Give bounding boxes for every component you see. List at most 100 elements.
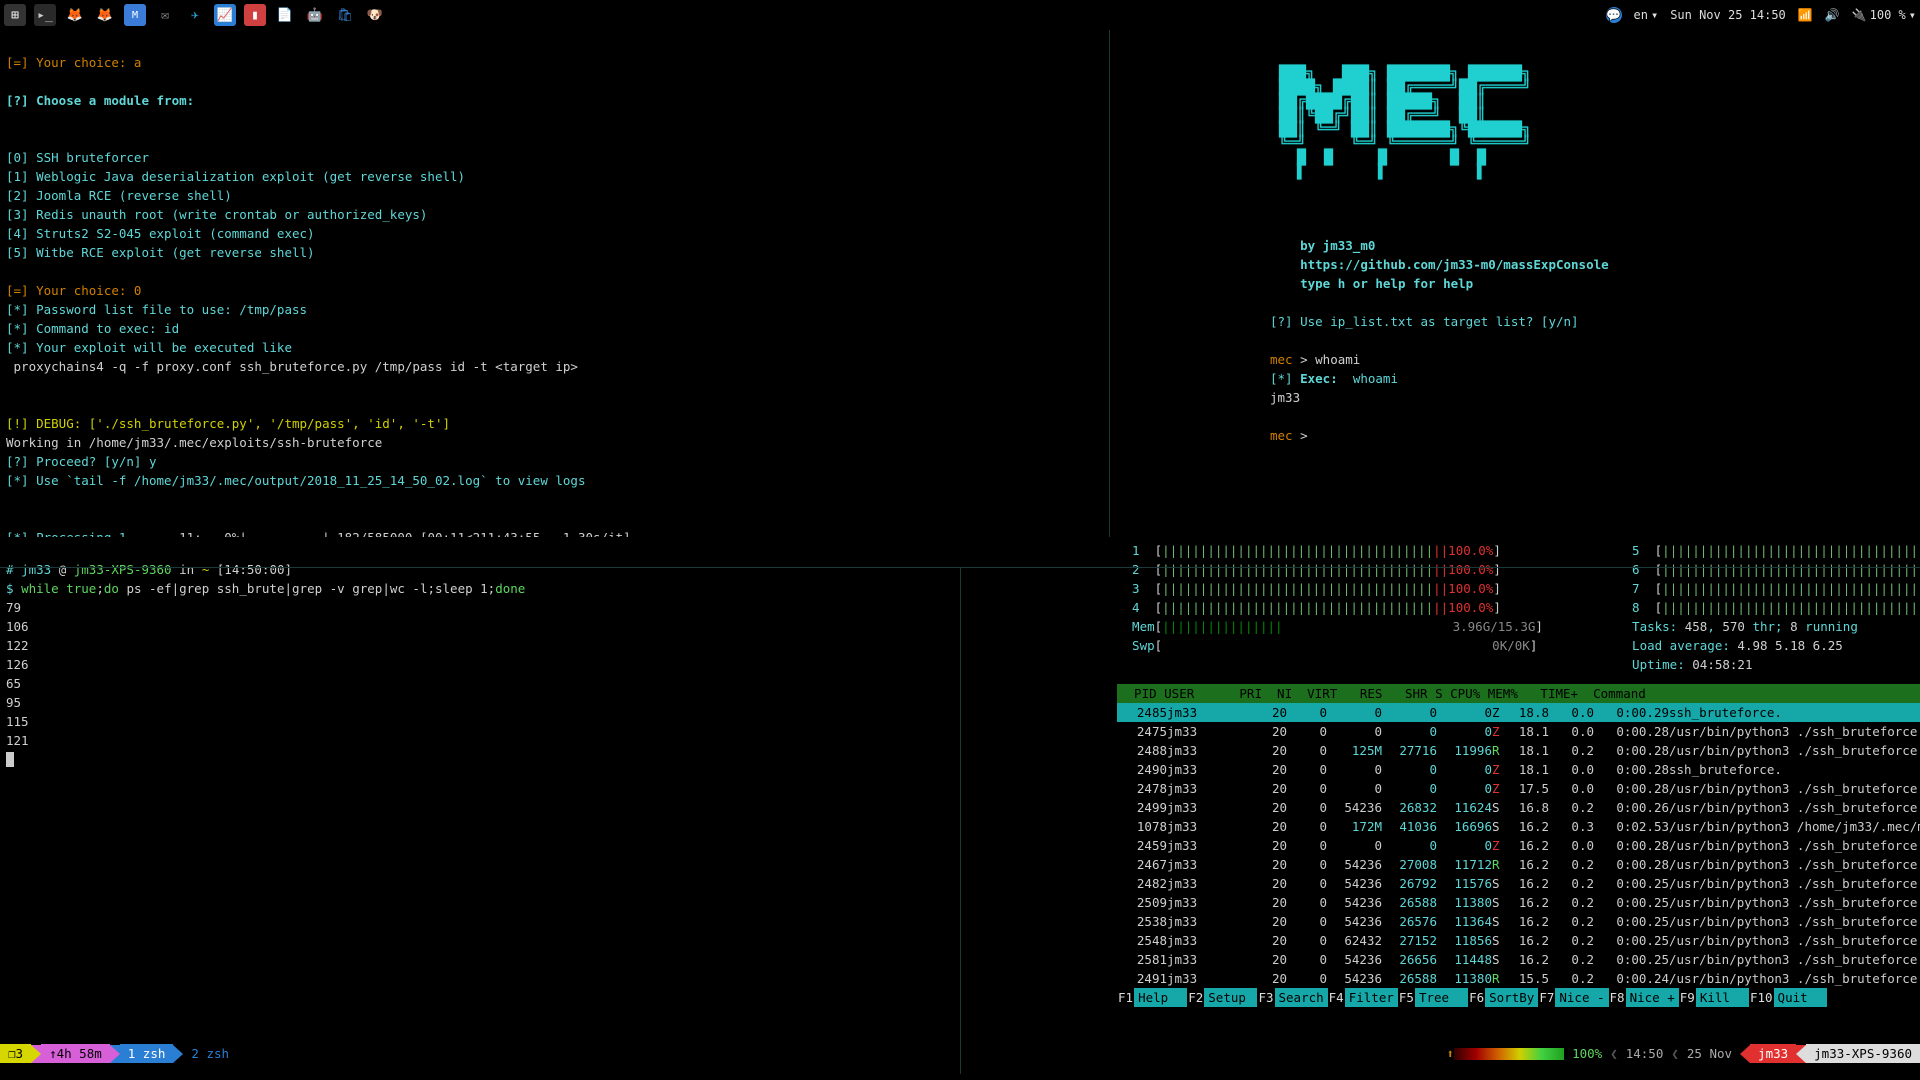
out-1: 106: [6, 619, 29, 634]
cursor: [6, 752, 14, 767]
load-gradient: [1454, 1048, 1564, 1060]
choice-0: [=] Your choice: 0: [6, 283, 141, 298]
module-5: [5] Witbe RCE exploit (get reverse shell…: [6, 245, 315, 260]
wifi-icon[interactable]: 📶: [1798, 8, 1813, 22]
out-2: 122: [6, 638, 29, 653]
fnlabel-Tree[interactable]: Tree: [1415, 988, 1468, 1007]
mec-prompt-1: mec > whoami: [1270, 352, 1360, 367]
htop-row[interactable]: 2548 jm33200624322715211856 S16.20.20:00…: [1117, 931, 1920, 950]
dock-apps: ⊞ ▸_ 🦊 🦊 M ✉ ✈ 📈 ▮ 📄 🤖 🛍 🐶: [4, 4, 1606, 26]
fnlabel-Nice -[interactable]: Nice -: [1555, 988, 1608, 1007]
htop-row[interactable]: 2467 jm33200542362700811712 R16.20.20:00…: [1117, 855, 1920, 874]
tmux-session[interactable]: ❐ 3: [0, 1044, 31, 1063]
tail-hint: [*] Use `tail -f /home/jm33/.mec/output/…: [6, 473, 585, 488]
fnkey-F8[interactable]: F8: [1609, 988, 1626, 1007]
terminal-icon[interactable]: ▸_: [34, 4, 56, 26]
zsh-prompt: # jm33 @ jm33-XPS-9360 in ~ [14:50:00]: [6, 562, 292, 577]
document-icon[interactable]: 📄: [274, 4, 296, 26]
fnkey-F6[interactable]: F6: [1468, 988, 1485, 1007]
help-hint: type h or help for help: [1300, 276, 1473, 291]
software-icon[interactable]: 🛍: [334, 4, 356, 26]
pane-vsplit-top[interactable]: [1109, 30, 1110, 537]
iplist-prompt: [?] Use ip_list.txt as target list? [y/n…: [1270, 314, 1579, 329]
htop-row[interactable]: 2499 jm33200542362683211624 S16.80.20:00…: [1117, 798, 1920, 817]
out-0: 79: [6, 600, 21, 615]
mec-ascii-logo: ███╗ ███╗ ███████╗ ██████╗ ████╗ ████║ █…: [1270, 53, 1920, 179]
fnlabel-Filter[interactable]: Filter: [1345, 988, 1398, 1007]
fnkey-F4[interactable]: F4: [1328, 988, 1345, 1007]
telegram-icon[interactable]: ✈: [184, 4, 206, 26]
out-3: 126: [6, 657, 29, 672]
monitor-icon[interactable]: 📈: [214, 4, 236, 26]
fnkey-F10[interactable]: F10: [1749, 988, 1774, 1007]
fnlabel-Search[interactable]: Search: [1275, 988, 1328, 1007]
battery-indicator[interactable]: 🔌 100 % ▾: [1852, 8, 1916, 22]
whoami-result: jm33: [1270, 390, 1300, 405]
gnome-topbar: ⊞ ▸_ 🦊 🦊 M ✉ ✈ 📈 ▮ 📄 🤖 🛍 🐶 💬 en ▾ Sun No…: [0, 0, 1920, 30]
mec-main-pane[interactable]: [=] Your choice: a [?] Choose a module f…: [0, 30, 1109, 537]
firefox-icon[interactable]: 🦊: [94, 4, 116, 26]
htop-row[interactable]: 2478 jm33200000 Z17.50.00:00.28 /usr/bin…: [1117, 779, 1920, 798]
fnlabel-Help[interactable]: Help: [1134, 988, 1187, 1007]
mec-banner-pane[interactable]: ███╗ ███╗ ███████╗ ██████╗ ████╗ ████║ █…: [1258, 30, 1920, 537]
tmux-window-1[interactable]: 1 zsh: [120, 1044, 174, 1063]
fnlabel-Quit[interactable]: Quit: [1774, 988, 1827, 1007]
fnlabel-SortBy[interactable]: SortBy: [1485, 988, 1538, 1007]
pane-hsplit[interactable]: [0, 567, 1920, 568]
mec-prompt-2[interactable]: mec >: [1270, 428, 1315, 443]
cmd-exec: [*] Command to exec: id: [6, 321, 179, 336]
gimp-icon[interactable]: 🐶: [364, 4, 386, 26]
fnkey-F3[interactable]: F3: [1257, 988, 1274, 1007]
fnlabel-Kill[interactable]: Kill: [1696, 988, 1749, 1007]
htop-row[interactable]: 1078 jm33200172M4103616696 S16.20.30:02.…: [1117, 817, 1920, 836]
htop-row[interactable]: 2491 jm33200542362658811380 R15.50.20:00…: [1117, 969, 1920, 988]
fnkey-F9[interactable]: F9: [1679, 988, 1696, 1007]
notes-icon[interactable]: ▮: [244, 4, 266, 26]
volume-icon[interactable]: 🔊: [1825, 8, 1840, 22]
htop-row[interactable]: 2475 jm33200000 Z18.10.00:00.28 /usr/bin…: [1117, 722, 1920, 741]
processing: [*] Processing 1: [6, 530, 126, 537]
working-dir: Working in /home/jm33/.mec/exploits/ssh-…: [6, 435, 382, 450]
clock[interactable]: Sun Nov 25 14:50: [1670, 8, 1786, 22]
debug-line: [!] DEBUG: ['./ssh_bruteforce.py', '/tmp…: [6, 416, 450, 431]
htop-row[interactable]: 2482 jm33200542362679211576 S16.20.20:00…: [1117, 874, 1920, 893]
htop-row[interactable]: 2581 jm33200542362665611448 S16.20.20:00…: [1117, 950, 1920, 969]
notification-icon[interactable]: 💬: [1606, 7, 1622, 23]
exec-like: [*] Your exploit will be executed like: [6, 340, 292, 355]
pane-vsplit-bot[interactable]: [960, 567, 961, 1074]
htop-row[interactable]: 2459 jm33200000 Z16.20.00:00.28 /usr/bin…: [1117, 836, 1920, 855]
tmux-time: 14:50: [1618, 1044, 1672, 1063]
tmux-host: jm33-XPS-9360: [1806, 1044, 1920, 1063]
htop-row[interactable]: 2490 jm33200000 Z18.10.00:00.28 ssh_brut…: [1117, 760, 1920, 779]
mail-icon[interactable]: ✉: [154, 4, 176, 26]
lang-indicator[interactable]: en ▾: [1634, 8, 1659, 22]
vm-icon[interactable]: M: [124, 4, 146, 26]
tmux-load: 100%: [1564, 1044, 1610, 1063]
fnkey-F7[interactable]: F7: [1538, 988, 1555, 1007]
htop-row[interactable]: 2509 jm33200542362658811380 S16.20.20:00…: [1117, 893, 1920, 912]
zsh-pane[interactable]: # jm33 @ jm33-XPS-9360 in ~ [14:50:00] $…: [0, 537, 1109, 1044]
htop-row[interactable]: 2538 jm33200542362657611364 S16.20.20:00…: [1117, 912, 1920, 931]
module-2: [2] Joomla RCE (reverse shell): [6, 188, 232, 203]
choice-line: [=] Your choice: a: [6, 55, 141, 70]
htop-header[interactable]: PID USER PRI NI VIRT RES SHR S CPU% MEM%…: [1117, 684, 1920, 703]
htop-pane[interactable]: 1 [|||||||||||||||||||||||||||||||||||||…: [1109, 537, 1920, 1044]
fnlabel-Nice +[interactable]: Nice +: [1626, 988, 1679, 1007]
tmux-window-2[interactable]: 2 zsh: [183, 1044, 237, 1063]
fnlabel-Setup[interactable]: Setup: [1204, 988, 1257, 1007]
activities-icon[interactable]: ⊞: [4, 4, 26, 26]
fnkey-F1[interactable]: F1: [1117, 988, 1134, 1007]
firefox-dev-icon[interactable]: 🦊: [64, 4, 86, 26]
out-7: 121: [6, 733, 29, 748]
proceed: [?] Proceed? [y/n] y: [6, 454, 157, 469]
passfile: [*] Password list file to use: /tmp/pass: [6, 302, 307, 317]
tmux-date: 25 Nov: [1679, 1044, 1740, 1063]
fnkey-F5[interactable]: F5: [1398, 988, 1415, 1007]
bot-icon[interactable]: 🤖: [304, 4, 326, 26]
fnkey-F2[interactable]: F2: [1187, 988, 1204, 1007]
repo-url: https://github.com/jm33-m0/massExpConsol…: [1300, 257, 1609, 272]
out-4: 65: [6, 676, 21, 691]
htop-fnbar: F1Help F2Setup F3SearchF4FilterF5Tree F6…: [1117, 988, 1920, 1007]
htop-row[interactable]: 2488 jm33200125M2771611996 R18.10.20:00.…: [1117, 741, 1920, 760]
htop-row[interactable]: 2485 jm33200000 Z18.80.00:00.29 ssh_brut…: [1117, 703, 1920, 722]
